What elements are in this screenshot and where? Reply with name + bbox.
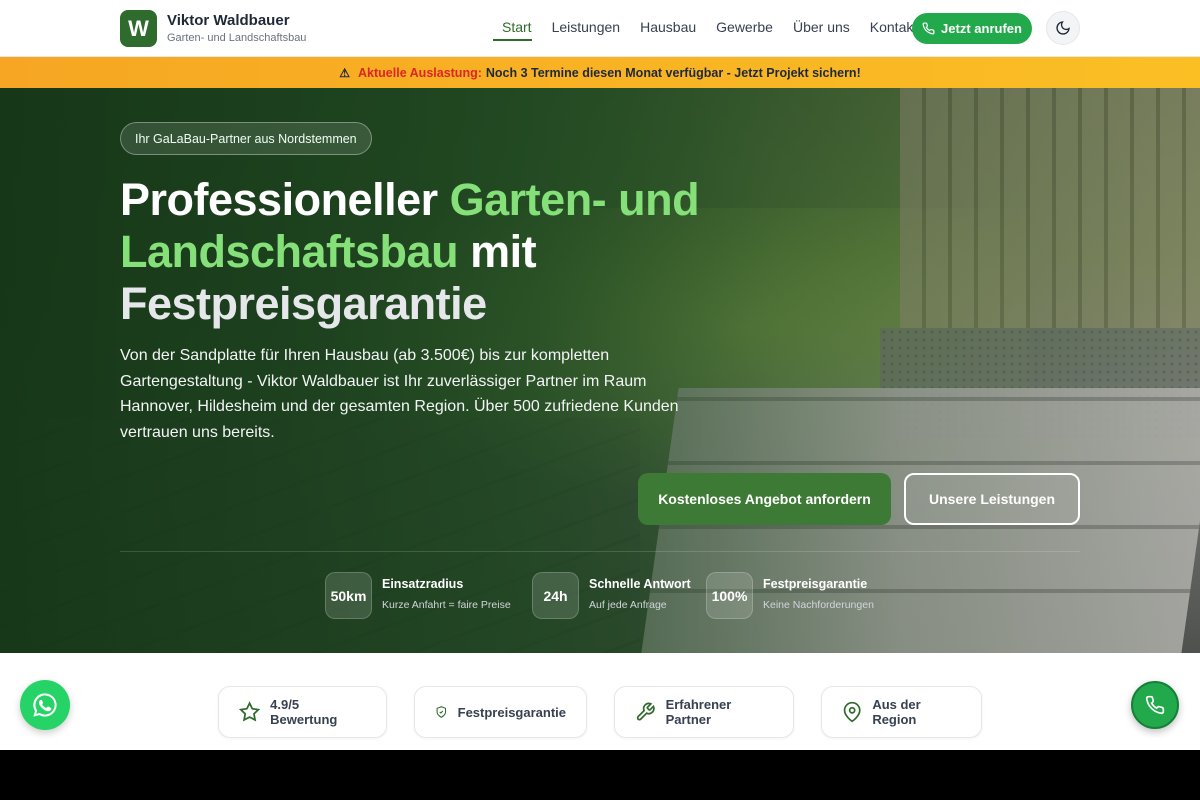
theme-toggle-button[interactable] — [1046, 11, 1080, 45]
shield-check-icon — [436, 706, 447, 718]
stat-subtitle: Kurze Anfahrt = faire Preise — [382, 598, 511, 611]
floating-call-button[interactable] — [1131, 681, 1179, 729]
whatsapp-icon — [33, 693, 57, 717]
page-below-fold — [0, 750, 1200, 800]
stat-response: 24h Schnelle Antwort Auf jede Anfrage — [532, 572, 691, 619]
stat-text: Schnelle Antwort Auf jede Anfrage — [589, 575, 691, 617]
hero-divider — [120, 551, 1080, 552]
phone-icon — [1145, 695, 1165, 715]
trust-card-rating: 4.9/5 Bewertung — [218, 686, 387, 738]
star-icon — [239, 701, 261, 722]
stat-fixed-price: 100% Festpreisgarantie Keine Nachforderu… — [706, 572, 874, 619]
trust-label: Aus der Region — [872, 697, 921, 727]
wrench-icon — [636, 702, 655, 721]
hero-description: Von der Sandplatte für Ihren Hausbau (ab… — [120, 347, 679, 442]
trust-label: Festpreisgarantie — [457, 704, 566, 720]
map-pin-icon — [843, 701, 861, 723]
trust-card-fixed-price: Festpreisgarantie — [414, 686, 587, 738]
site-header: W Viktor Waldbauer Garten- und Landschaf… — [0, 0, 1200, 57]
trust-label: 4.9/5 Bewertung — [270, 697, 338, 727]
hero-title-part1: Professioneller — [120, 174, 450, 225]
stat-text: Einsatzradius Kurze Anfahrt = faire Prei… — [382, 575, 511, 617]
stat-title: Schnelle Antwort — [589, 576, 691, 591]
whatsapp-button[interactable] — [20, 680, 70, 730]
hero-title-part2: mit — [458, 226, 537, 277]
trust-card-region: Aus der Region — [821, 686, 982, 738]
brand-name: Viktor Waldbauer — [167, 11, 290, 29]
availability-banner: ⚠ Aktuelle Auslastung: Noch 3 Termine di… — [0, 57, 1200, 88]
hero-badge: Ihr GaLaBau-Partner aus Nordstemmen — [120, 122, 372, 155]
banner-label: Aktuelle Auslastung: — [358, 65, 482, 80]
request-quote-button[interactable]: Kostenloses Angebot anfordern — [638, 473, 891, 525]
stat-subtitle: Auf jede Anfrage — [589, 598, 667, 611]
services-button[interactable]: Unsere Leistungen — [904, 473, 1080, 525]
stat-value: 100% — [706, 572, 753, 619]
nav-item-gewerbe[interactable]: Gewerbe — [716, 19, 773, 41]
stat-title: Festpreisgarantie — [763, 576, 868, 591]
hero-title-part3: Festpreisgarantie — [120, 278, 487, 329]
brand-link[interactable]: W Viktor Waldbauer Garten- und Landschaf… — [120, 10, 306, 47]
banner-text: Noch 3 Termine diesen Monat verfügbar - … — [485, 65, 861, 80]
logo: W — [120, 10, 157, 47]
call-now-label: Jetzt anrufen — [941, 21, 1022, 36]
stat-radius: 50km Einsatzradius Kurze Anfahrt = faire… — [325, 572, 511, 619]
stat-value: 50km — [325, 572, 372, 619]
hero-section: Ihr GaLaBau-Partner aus Nordstemmen Prof… — [0, 88, 1200, 653]
trust-bar: 4.9/5 Bewertung Festpreisgarantie Erfahr… — [0, 653, 1200, 750]
stat-title: Einsatzradius — [382, 576, 464, 591]
stat-value: 24h — [532, 572, 579, 619]
stat-subtitle: Keine Nachforderungen — [763, 598, 874, 611]
phone-icon — [922, 22, 935, 35]
brand-text: Viktor Waldbauer Garten- und Landschafts… — [167, 12, 306, 46]
trust-label: Erfahrener Partner — [665, 697, 732, 727]
nav-item-leistungen[interactable]: Leistungen — [552, 19, 621, 41]
nav-item-start[interactable]: Start — [493, 19, 532, 41]
moon-icon — [1056, 21, 1070, 35]
hero-title: Professioneller Garten- und Landschaftsb… — [120, 174, 740, 330]
nav-item-hausbau[interactable]: Hausbau — [640, 19, 696, 41]
stat-text: Festpreisgarantie Keine Nachforderungen — [763, 575, 874, 617]
warning-icon: ⚠ — [339, 65, 351, 80]
nav-item-kontakt[interactable]: Kontakt — [870, 19, 917, 41]
call-now-button[interactable]: Jetzt anrufen — [912, 13, 1032, 44]
nav-item-ueber-uns[interactable]: Über uns — [793, 19, 850, 41]
main-nav: Start Leistungen Hausbau Gewerbe Über un… — [493, 19, 937, 41]
brand-subtitle: Garten- und Landschaftsbau — [167, 31, 307, 44]
trust-card-experience: Erfahrener Partner — [614, 686, 794, 738]
